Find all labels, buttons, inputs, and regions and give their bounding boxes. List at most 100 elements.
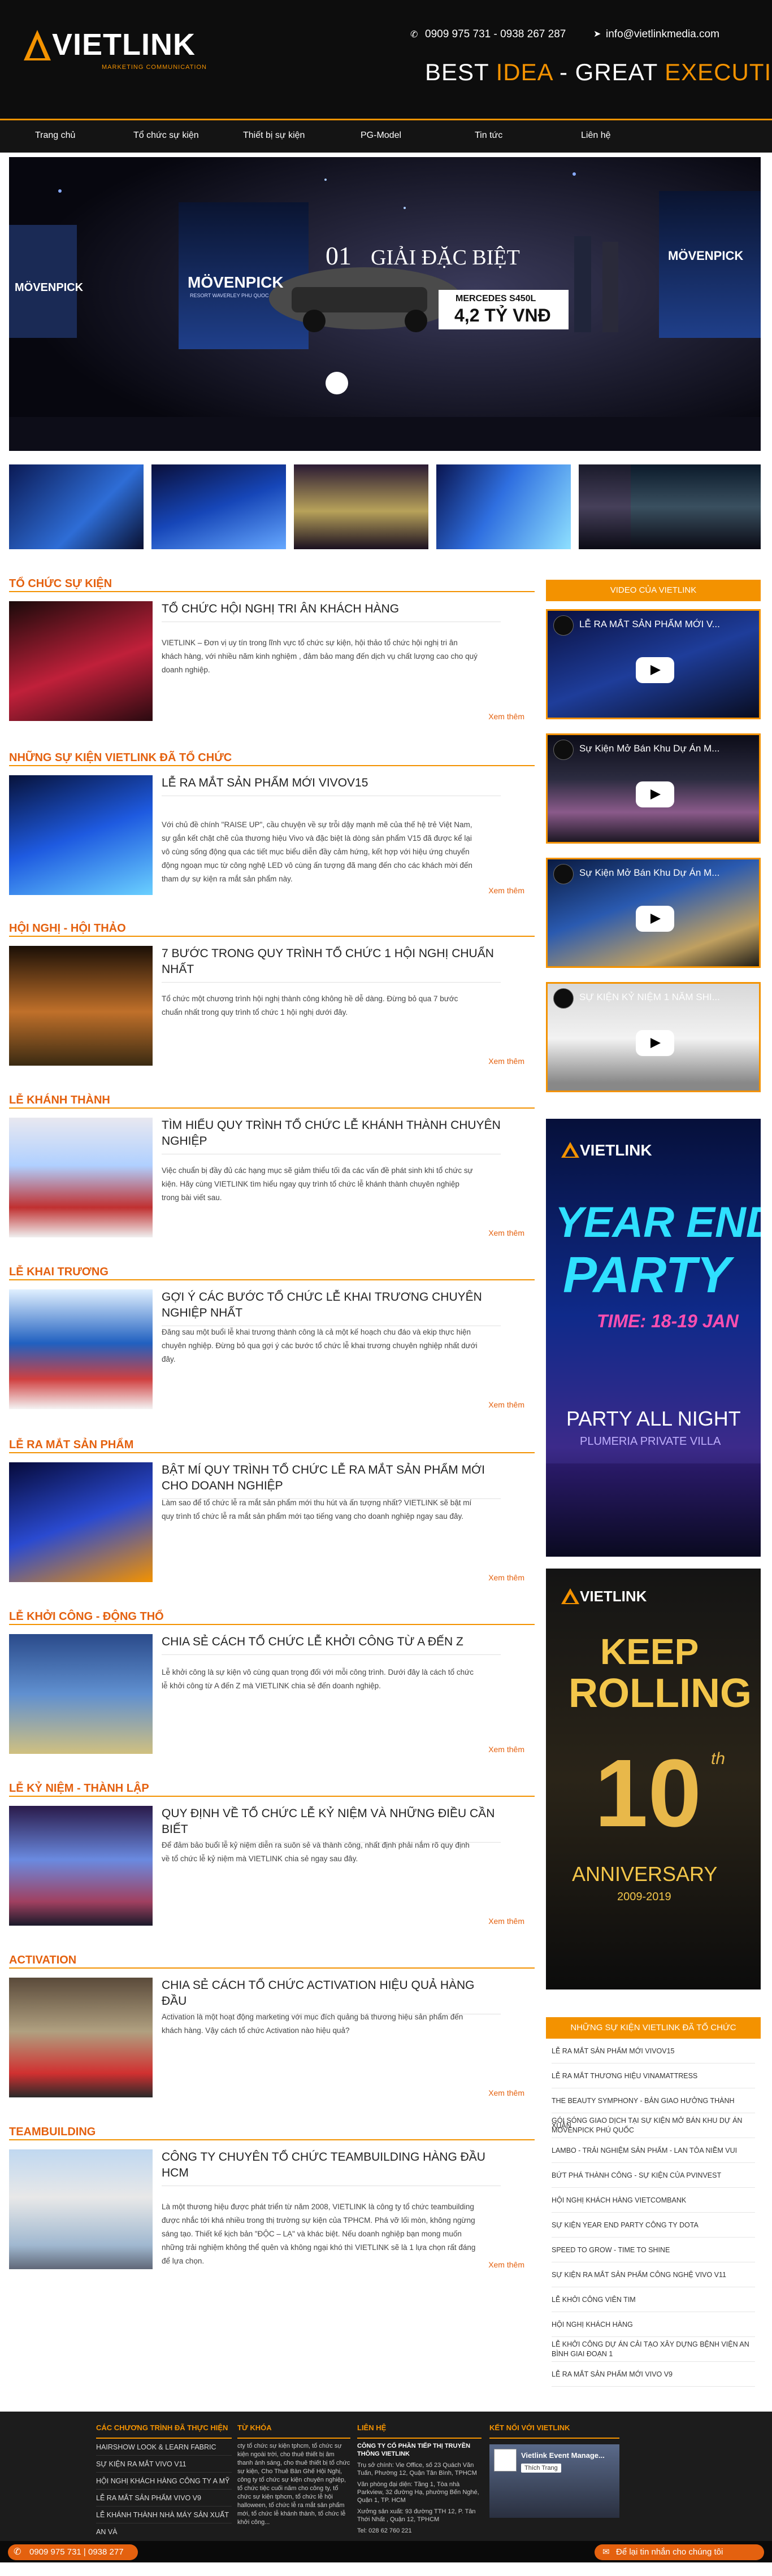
- footer-program-link[interactable]: LỄ KHÁNH THÀNH NHÀ MÁY SẢN XUẤT AN VÀ: [96, 2507, 232, 2536]
- post-title[interactable]: TÌM HIỂU QUY TRÌNH TỔ CHỨC LỄ KHÁNH THÀN…: [162, 1118, 501, 1154]
- post-title[interactable]: CÔNG TY CHUYÊN TỔ CHỨC TEAMBUILDING HÀNG…: [162, 2149, 501, 2186]
- thumbnail[interactable]: [294, 464, 428, 549]
- past-event-link[interactable]: SỰ KIỆN YEAR END PARTY CÔNG TY DOTA: [552, 2213, 755, 2238]
- post-image[interactable]: [9, 1978, 153, 2097]
- section-heading-text[interactable]: LỄ KHỞI CÔNG - ĐỘNG THỔ: [9, 1610, 164, 1623]
- section-heading-text[interactable]: TEAMBUILDING: [9, 2126, 96, 2138]
- banner-year-end-party[interactable]: VIETLINK YEAR END PARTY TIME: 18-19 JAN …: [546, 1119, 761, 1557]
- logo[interactable]: VIETLINK MARKETING COMMUNICATION: [23, 25, 215, 76]
- read-more-link[interactable]: Xem thêm: [488, 1917, 524, 1926]
- post-title[interactable]: CHIA SẺ CÁCH TỔ CHỨC LỄ KHỞI CÔNG TỪ A Đ…: [162, 1634, 501, 1655]
- section-heading[interactable]: LỄ KỶ NIỆM - THÀNH LẬP: [9, 1782, 535, 1797]
- read-more-link[interactable]: Xem thêm: [488, 1573, 524, 1582]
- past-event-link[interactable]: SỰ KIỆN RA MẮT SẢN PHẨM CÔNG NGHỆ VIVO V…: [552, 2262, 755, 2287]
- fb-like-button[interactable]: Thích Trang: [521, 2464, 561, 2473]
- thumbnail[interactable]: [436, 464, 571, 549]
- hotline-badge[interactable]: ✆ 0909 975 731 | 0938 277 247: [8, 2544, 138, 2573]
- read-more-link[interactable]: Xem thêm: [488, 2260, 524, 2269]
- section-heading[interactable]: HỘI NGHỊ - HỘI THẢO: [9, 922, 535, 937]
- section-heading-text[interactable]: ACTIVATION: [9, 1954, 76, 1966]
- thumbnail[interactable]: [631, 464, 761, 549]
- post-title[interactable]: 7 BƯỚC TRONG QUY TRÌNH TỔ CHỨC 1 HỘI NGH…: [162, 946, 501, 983]
- fb-page-name[interactable]: Vietlink Event Manage...: [521, 2451, 605, 2460]
- read-more-link[interactable]: Xem thêm: [488, 1228, 524, 1237]
- section-heading[interactable]: TEAMBUILDING: [9, 2126, 535, 2140]
- past-event-link[interactable]: LAMBO - TRẢI NGHIỆM SẢN PHẨM - LAN TỎA N…: [552, 2138, 755, 2163]
- past-event-link[interactable]: SPEED TO GROW - TIME TO SHINE: [552, 2238, 755, 2262]
- section-heading-text[interactable]: LỄ KHÁNH THÀNH: [9, 1094, 110, 1106]
- section-heading[interactable]: LỄ KHÁNH THÀNH: [9, 1094, 535, 1109]
- nav-contact[interactable]: Liên hệ: [581, 131, 611, 141]
- section-heading[interactable]: ACTIVATION: [9, 1954, 535, 1969]
- nav-equipment[interactable]: Thiết bị sự kiện: [243, 131, 305, 141]
- nav-pg-model[interactable]: PG-Model: [361, 131, 401, 141]
- footer-program-link[interactable]: SỰ KIỆN RA MẮT VIVO V11: [96, 2456, 232, 2473]
- post-title[interactable]: BẬT MÍ QUY TRÌNH TỔ CHỨC LỄ RA MẮT SẢN P…: [162, 1462, 501, 1499]
- nav-events[interactable]: Tổ chức sự kiện: [133, 131, 199, 141]
- post-image[interactable]: [9, 946, 153, 1066]
- read-more-link[interactable]: Xem thêm: [488, 1400, 524, 1409]
- post-image[interactable]: [9, 1806, 153, 1926]
- past-event-link[interactable]: THE BEAUTY SYMPHONY - BẢN GIAO HƯỞNG THÀ…: [552, 2088, 755, 2130]
- post-title[interactable]: TỔ CHỨC HỘI NGHỊ TRI ÂN KHÁCH HÀNG: [162, 601, 501, 622]
- read-more-link[interactable]: Xem thêm: [488, 886, 524, 895]
- read-more-link[interactable]: Xem thêm: [488, 2088, 524, 2097]
- video-item[interactable]: Sự Kiện Mở Bán Khu Dự Án M...: [546, 858, 761, 968]
- post-title[interactable]: CHIA SẺ CÁCH TỔ CHỨC ACTIVATION HIỆU QUẢ…: [162, 1978, 501, 2014]
- header-phones[interactable]: 0909 975 731 - 0938 267 287: [425, 28, 566, 41]
- play-icon[interactable]: [636, 906, 674, 932]
- thumbnail[interactable]: [9, 464, 144, 549]
- past-event-link[interactable]: LỄ RA MẮT SẢN PHẨM MỚI VIVOV15: [552, 2039, 755, 2064]
- footer-program-link[interactable]: LỄ RA MẮT SẢN PHẨM VIVO V9: [96, 2490, 232, 2507]
- video-item[interactable]: Sự Kiện Mở Bán Khu Dự Án M...: [546, 733, 761, 844]
- read-more-link[interactable]: Xem thêm: [488, 1745, 524, 1754]
- post-image[interactable]: [9, 1462, 153, 1582]
- past-event-link[interactable]: LỄ RA MẮT THƯƠNG HIỆU VINAMATTRESS: [552, 2064, 755, 2088]
- section-heading-text[interactable]: HỘI NGHỊ - HỘI THẢO: [9, 922, 126, 935]
- post-title[interactable]: QUY ĐỊNH VỀ TỔ CHỨC LỄ KỶ NIỆM VÀ NHỮNG …: [162, 1806, 501, 1843]
- hero-slider[interactable]: 01 GIẢI ĐẶC BIỆT MERCEDES S450L 4,2 TỶ V…: [9, 157, 761, 451]
- video-item[interactable]: SỰ KIỆN KỶ NIỆM 1 NĂM SHI...: [546, 982, 761, 1092]
- post-image[interactable]: [9, 1634, 153, 1754]
- section-heading-text[interactable]: LỄ KHAI TRƯƠNG: [9, 1266, 109, 1278]
- post-title[interactable]: GỢI Ý CÁC BƯỚC TỔ CHỨC LỄ KHAI TRƯƠNG CH…: [162, 1289, 501, 1326]
- post-image[interactable]: [9, 1118, 153, 1237]
- nav-news[interactable]: Tin tức: [475, 131, 502, 141]
- section-heading[interactable]: NHỮNG SỰ KIỆN VIETLINK ĐÃ TỔ CHỨC: [9, 751, 535, 766]
- post-image[interactable]: [9, 775, 153, 895]
- facebook-widget[interactable]: Vietlink Event Manage... Thích Trang: [489, 2444, 619, 2518]
- footer-program-link[interactable]: HAIRSHOW LOOK & LEARN FABRIC: [96, 2439, 232, 2456]
- section-heading[interactable]: LỄ KHAI TRƯƠNG: [9, 1266, 535, 1280]
- play-icon[interactable]: [636, 1030, 674, 1056]
- post-image[interactable]: [9, 1289, 153, 1409]
- section-heading-text[interactable]: NHỮNG SỰ KIỆN VIETLINK ĐÃ TỔ CHỨC: [9, 751, 232, 764]
- header-email[interactable]: info@vietlinkmedia.com: [606, 28, 719, 41]
- hotline-text[interactable]: 0909 975 731 | 0938 277 247: [29, 2547, 124, 2573]
- banner-anniversary[interactable]: VIETLINK KEEP ROLLING 10 th ANNIVERSARY …: [546, 1569, 761, 1989]
- section-heading[interactable]: LỄ KHỞI CÔNG - ĐỘNG THỔ: [9, 1610, 535, 1625]
- section-heading-text[interactable]: TỔ CHỨC SỰ KIỆN: [9, 577, 112, 590]
- play-icon[interactable]: [636, 657, 674, 683]
- post-title[interactable]: LỄ RA MẮT SẢN PHẨM MỚI VIVOV15: [162, 775, 501, 796]
- past-event-link[interactable]: BỨT PHÁ THÀNH CÔNG - SỰ KIỆN CỦA PVINVES…: [552, 2163, 755, 2188]
- nav-home[interactable]: Trang chủ: [35, 131, 75, 141]
- footer-program-link[interactable]: HỘI NGHỊ KHÁCH HÀNG CÔNG TY A MỸ: [96, 2473, 232, 2490]
- past-event-link[interactable]: LỄ KHỞI CÔNG VIÊN TIM: [552, 2287, 755, 2312]
- play-icon[interactable]: [636, 781, 674, 807]
- chat-badge[interactable]: ✉ Để lại tin nhắn cho chúng tôi: [595, 2544, 764, 2560]
- chat-text[interactable]: Để lại tin nhắn cho chúng tôi: [616, 2547, 723, 2557]
- past-event-link[interactable]: GÓI SÓNG GIAO DỊCH TẠI SỰ KIỆN MỞ BÁN KH…: [552, 2113, 755, 2138]
- video-item[interactable]: LỄ RA MẮT SẢN PHẨM MỚI V...: [546, 609, 761, 719]
- post-image[interactable]: [9, 2149, 153, 2269]
- past-event-link[interactable]: HỘI NGHỊ KHÁCH HÀNG VIETCOMBANK: [552, 2188, 755, 2213]
- section-heading-text[interactable]: LỄ RA MẮT SẢN PHẨM: [9, 1439, 133, 1451]
- thumbnail[interactable]: [151, 464, 286, 549]
- past-event-link[interactable]: HỘI NGHỊ KHÁCH HÀNG: [552, 2312, 755, 2337]
- read-more-link[interactable]: Xem thêm: [488, 1057, 524, 1066]
- post-image[interactable]: [9, 601, 153, 721]
- past-event-link[interactable]: LỄ KHỞI CÔNG DỰ ÁN CẢI TẠO XÂY DỰNG BỆNH…: [552, 2337, 755, 2362]
- read-more-link[interactable]: Xem thêm: [488, 712, 524, 721]
- past-event-link[interactable]: LỄ RA MẮT SẢN PHẨM MỚI VIVO V9: [552, 2362, 755, 2387]
- section-heading-text[interactable]: LỄ KỶ NIỆM - THÀNH LẬP: [9, 1782, 149, 1795]
- section-heading[interactable]: TỔ CHỨC SỰ KIỆN: [9, 577, 535, 592]
